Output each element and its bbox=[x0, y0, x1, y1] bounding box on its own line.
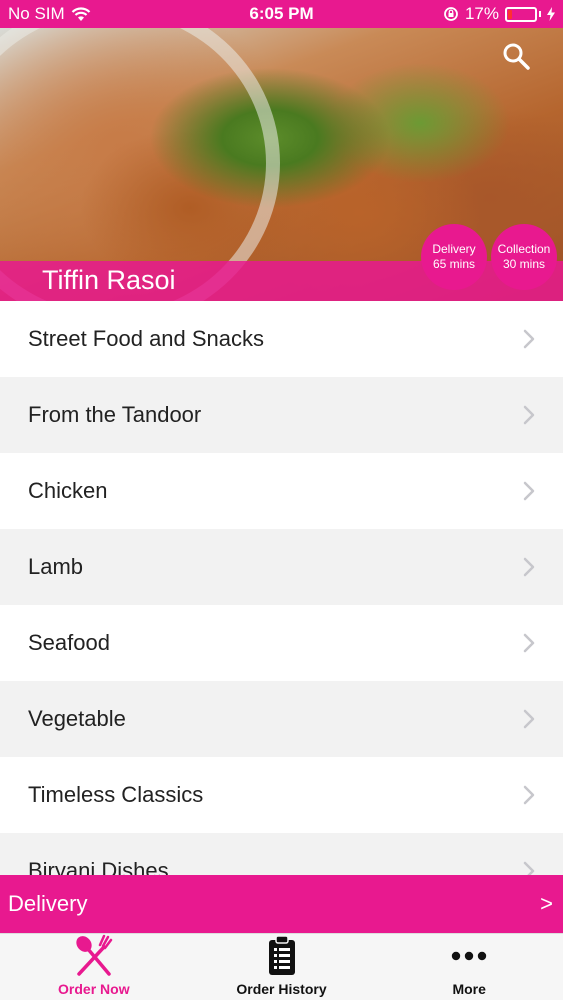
menu-item-lamb[interactable]: Lamb bbox=[0, 529, 563, 605]
restaurant-name: Tiffin Rasoi bbox=[42, 265, 176, 295]
chevron-right-icon bbox=[523, 709, 535, 729]
more-dots-icon bbox=[447, 934, 491, 977]
tab-order-history[interactable]: Order History bbox=[188, 934, 376, 1000]
battery-percent: 17% bbox=[464, 4, 499, 23]
status-right: 17% bbox=[443, 4, 555, 24]
search-icon[interactable] bbox=[502, 42, 530, 70]
delivery-time-badge: Delivery 65 mins bbox=[421, 224, 487, 290]
tab-order-now[interactable]: Order Now bbox=[0, 934, 188, 1000]
menu-item-label: Seafood bbox=[28, 630, 110, 655]
menu-item-chicken[interactable]: Chicken bbox=[0, 453, 563, 529]
fork-knife-icon bbox=[72, 933, 116, 977]
menu-item-biryani[interactable]: Biryani Dishes bbox=[0, 833, 563, 875]
chevron-right-icon bbox=[523, 481, 535, 501]
delivery-mode-label: Delivery bbox=[8, 891, 88, 916]
restaurant-header-image: Tiffin Rasoi Delivery 65 mins Collection… bbox=[0, 28, 563, 301]
status-left: No SIM bbox=[8, 4, 91, 24]
menu-item-vegetable[interactable]: Vegetable bbox=[0, 681, 563, 757]
menu-item-label: Timeless Classics bbox=[28, 782, 204, 807]
badge-time: 65 mins bbox=[432, 257, 476, 271]
menu-item-tandoor[interactable]: From the Tandoor bbox=[0, 377, 563, 453]
tab-more[interactable]: More bbox=[375, 934, 563, 1000]
chevron-right-icon bbox=[523, 861, 535, 875]
badge-time: 30 mins bbox=[502, 257, 546, 271]
clipboard-list-icon bbox=[260, 934, 304, 977]
battery-level bbox=[508, 9, 513, 19]
tab-label: Order History bbox=[236, 981, 327, 997]
menu-item-timeless-classics[interactable]: Timeless Classics bbox=[0, 757, 563, 833]
status-bar: No SIM 6:05 PM 17% bbox=[0, 0, 563, 28]
orientation-lock-icon bbox=[444, 7, 458, 21]
badge-label: Delivery bbox=[432, 242, 476, 256]
menu-category-list[interactable]: Street Food and Snacks From the Tandoor … bbox=[0, 301, 563, 875]
menu-item-label: From the Tandoor bbox=[28, 402, 202, 427]
tab-label: More bbox=[452, 981, 486, 997]
tab-bar: Order Now Order History More bbox=[0, 933, 563, 1000]
badge-label: Collection bbox=[497, 242, 551, 256]
menu-item-label: Biryani Dishes bbox=[28, 858, 169, 875]
chevron-right-icon bbox=[523, 633, 535, 653]
menu-item-label: Lamb bbox=[28, 554, 84, 579]
chevron-right-icon bbox=[523, 405, 535, 425]
tab-label: Order Now bbox=[58, 981, 130, 997]
chevron-right-icon bbox=[523, 557, 535, 577]
menu-item-label: Street Food and Snacks bbox=[28, 326, 265, 351]
menu-item-label: Chicken bbox=[28, 478, 108, 503]
chevron-right-icon: > bbox=[540, 891, 553, 916]
wifi-icon bbox=[71, 6, 90, 21]
menu-item-seafood[interactable]: Seafood bbox=[0, 605, 563, 681]
menu-item-street-food[interactable]: Street Food and Snacks bbox=[0, 301, 563, 377]
carrier-text: No SIM bbox=[8, 4, 65, 23]
collection-time-badge: Collection 30 mins bbox=[491, 224, 557, 290]
chevron-right-icon bbox=[523, 329, 535, 349]
charging-icon bbox=[547, 7, 555, 21]
battery-icon bbox=[505, 6, 537, 22]
menu-item-label: Vegetable bbox=[28, 706, 126, 731]
delivery-mode-bar[interactable]: Delivery > bbox=[0, 875, 563, 933]
battery-tip bbox=[539, 11, 541, 17]
chevron-right-icon bbox=[523, 785, 535, 805]
